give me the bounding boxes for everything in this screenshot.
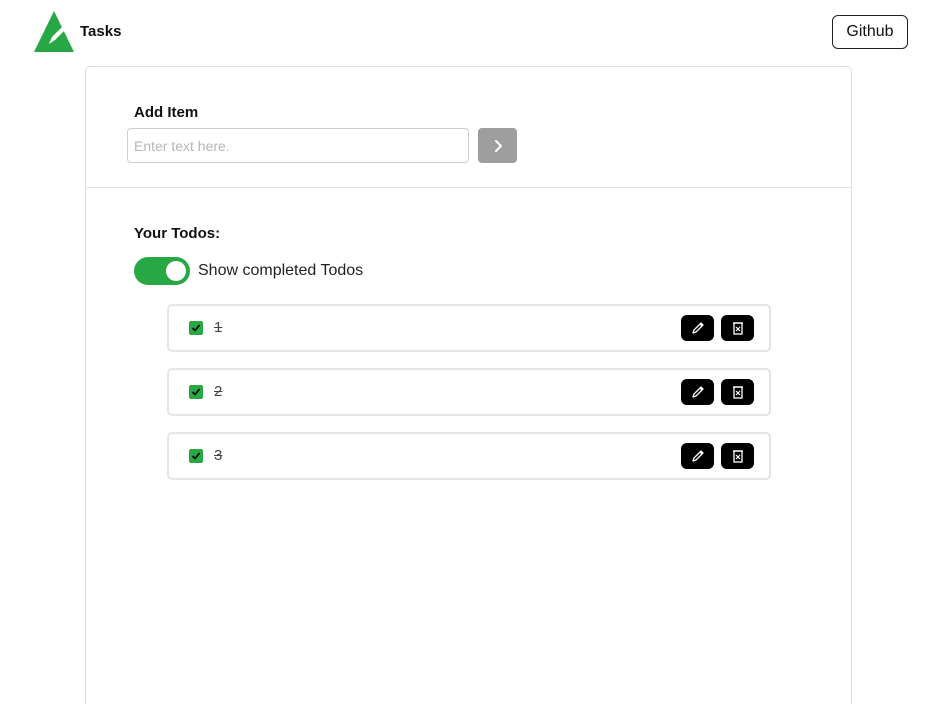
todo-item: 1: [167, 304, 771, 352]
todo-item: 3: [167, 432, 771, 480]
todo-text: 2: [214, 383, 223, 400]
delete-todo-button[interactable]: [721, 379, 754, 405]
add-item-input[interactable]: [127, 128, 469, 163]
show-completed-toggle-row: Show completed Todos: [134, 257, 363, 285]
show-completed-label: Show completed Todos: [198, 262, 364, 279]
edit-todo-button[interactable]: [681, 315, 714, 341]
your-todos-label: Your Todos:: [134, 225, 221, 242]
todo-text: 3: [214, 447, 223, 464]
todo-text: 1: [214, 319, 223, 336]
todo-card: Add Item Your Todos: Show completed Todo…: [85, 66, 852, 704]
toggle-knob: [166, 261, 186, 281]
todo-app: Tasks Github Add Item Your Todos: Show c…: [0, 0, 939, 704]
chevron-right-icon: [494, 139, 502, 152]
edit-todo-button[interactable]: [681, 379, 714, 405]
check-icon: [191, 388, 201, 396]
github-button[interactable]: Github: [832, 15, 908, 49]
triangle-check-logo-icon: [34, 11, 74, 52]
add-item-label: Add Item: [134, 104, 199, 121]
delete-todo-button[interactable]: [721, 443, 754, 469]
brand[interactable]: Tasks: [34, 11, 121, 52]
todo-item: 2: [167, 368, 771, 416]
trash-icon: [732, 322, 743, 335]
add-item-section: Add Item: [86, 67, 851, 188]
todo-checkbox[interactable]: [189, 321, 203, 335]
check-icon: [191, 324, 201, 332]
pencil-icon: [691, 322, 704, 334]
edit-todo-button[interactable]: [681, 443, 714, 469]
delete-todo-button[interactable]: [721, 315, 754, 341]
check-icon: [191, 452, 201, 460]
pencil-icon: [691, 450, 704, 462]
pencil-icon: [691, 386, 704, 398]
trash-icon: [732, 450, 743, 463]
todo-checkbox[interactable]: [189, 385, 203, 399]
show-completed-toggle[interactable]: [134, 257, 190, 285]
todo-checkbox[interactable]: [189, 449, 203, 463]
brand-name: Tasks: [80, 23, 122, 40]
trash-icon: [732, 386, 743, 399]
add-item-submit-button[interactable]: [478, 128, 517, 163]
